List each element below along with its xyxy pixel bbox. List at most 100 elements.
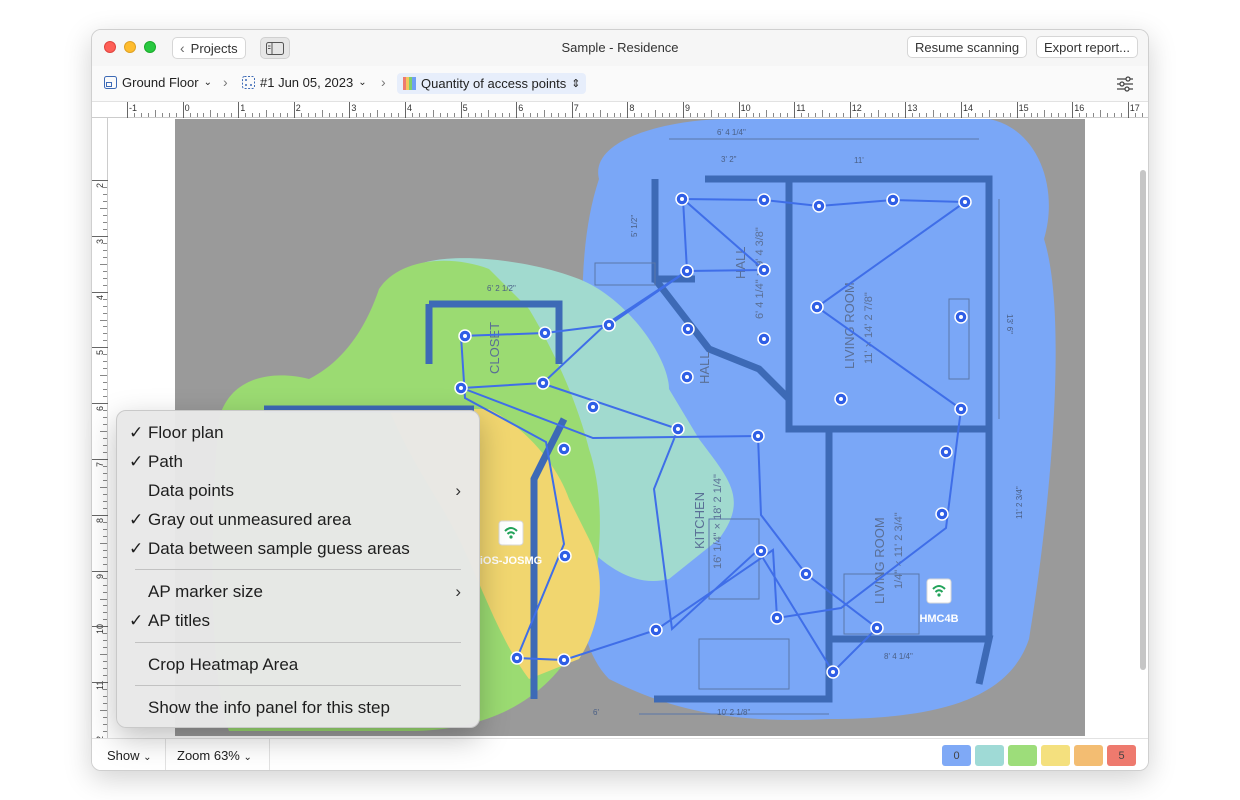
ruler-minor-tick [103, 452, 107, 454]
ruler-tick [683, 102, 684, 118]
ruler-minor-tick [981, 113, 983, 117]
ruler-minor-tick [103, 689, 107, 691]
show-label: Show [107, 748, 140, 763]
data-point-center [762, 337, 766, 341]
ruler-minor-tick [967, 113, 969, 117]
menu-item-show-the-info-panel-for-this-step[interactable]: Show the info panel for this step [117, 693, 479, 722]
room-label-hall-2: HALL [697, 351, 712, 384]
legend-swatch [1041, 745, 1070, 766]
export-report-button[interactable]: Export report... [1036, 36, 1138, 58]
room-dim-kitchen: 16' 1/4" × 18' 2 1/4" [712, 474, 724, 569]
ruler-minor-tick [676, 113, 678, 117]
ruler-minor-tick [103, 396, 107, 398]
ruler-minor-tick [363, 113, 365, 117]
ruler-minor-tick [168, 113, 170, 117]
ruler-minor-tick [103, 326, 107, 328]
ruler-minor-tick [210, 110, 212, 117]
ap-title: iOS-JOSMG [480, 555, 542, 567]
ruler-tick-label: -1 [129, 103, 138, 113]
ruler-minor-tick [103, 661, 107, 663]
ruler-tick [460, 102, 462, 118]
ruler-tick [516, 102, 518, 118]
ruler-tick [92, 570, 108, 572]
ruler-minor-tick [564, 113, 566, 117]
menu-item-label: AP titles [148, 610, 211, 630]
menu-item-gray-out-unmeasured-area[interactable]: ✓ Gray out unmeasured area [117, 505, 479, 534]
menu-item-label: AP marker size [148, 581, 263, 601]
dim-label: 5' 1/2" [630, 215, 639, 237]
data-point-center [515, 656, 519, 660]
menu-item-ap-marker-size[interactable]: AP marker size › [117, 577, 479, 606]
menu-item-path[interactable]: ✓ Path [117, 447, 479, 476]
view-settings-button[interactable] [1116, 76, 1134, 97]
legend-swatch [1008, 745, 1037, 766]
data-point-center [543, 331, 547, 335]
ruler-minor-tick [801, 113, 803, 117]
vertical-scrollbar[interactable] [1140, 170, 1146, 670]
sliders-icon [1117, 76, 1133, 92]
ruler-minor-tick [766, 110, 768, 117]
ap-title: HMC4B [919, 613, 958, 625]
floor-selector[interactable]: Ground Floor ⌄ [104, 75, 212, 90]
ruler-tick [127, 102, 128, 118]
menu-item-label: Crop Heatmap Area [148, 654, 299, 674]
ruler-tick-label: 10 [740, 103, 751, 113]
ruler-minor-tick [100, 431, 107, 433]
ruler-minor-tick [286, 113, 288, 117]
ruler-tick [1127, 102, 1129, 118]
title-bar: ‹ Projects Sample - Residence Resume sca… [92, 30, 1148, 66]
ruler-minor-tick [259, 113, 261, 117]
data-point-center [944, 450, 948, 454]
data-point-center [680, 197, 684, 201]
ruler-minor-tick [103, 228, 107, 230]
checkmark-icon: ✓ [129, 610, 144, 630]
ruler-minor-tick [100, 486, 107, 488]
ruler-minor-tick [103, 284, 107, 286]
metric-label: Quantity of access points [421, 76, 567, 91]
ruler-tick [293, 102, 295, 118]
ruler-minor-tick [103, 368, 107, 370]
data-point-center [839, 397, 843, 401]
menu-item-data-points[interactable]: Data points › [117, 476, 479, 505]
heatmap-metric-icon [403, 77, 416, 90]
data-point-center [459, 386, 463, 390]
menu-separator [135, 642, 461, 643]
show-menu-button[interactable]: Show ⌄ [107, 748, 152, 763]
ruler-minor-tick [103, 382, 107, 384]
menu-item-ap-titles[interactable]: ✓ AP titles [117, 606, 479, 635]
ruler-minor-tick [103, 465, 107, 467]
ruler-tick [627, 102, 629, 118]
ruler-tick [92, 514, 108, 516]
resume-scanning-button[interactable]: Resume scanning [907, 36, 1028, 58]
data-point-center [891, 198, 895, 202]
ruler-minor-tick [974, 113, 976, 117]
ruler-minor-tick [103, 354, 107, 356]
menu-item-data-between-sample-guess-areas[interactable]: ✓ Data between sample guess areas [117, 534, 479, 563]
menu-separator [135, 569, 461, 570]
chevron-updown-icon: ⇕ [571, 78, 581, 90]
metric-selector[interactable]: Quantity of access points ⇕ [397, 73, 587, 94]
zoom-menu-button[interactable]: Zoom 63% ⌄ [177, 748, 252, 763]
dim-label: 6' 4 1/4" [717, 128, 746, 137]
ruler-minor-tick [203, 113, 205, 117]
show-options-menu: ✓ Floor plan ✓ Path Data points › ✓ Gray out un… [116, 410, 480, 728]
ruler-minor-tick [1065, 113, 1067, 117]
floor-label: Ground Floor [122, 75, 199, 90]
ruler-minor-tick [898, 113, 900, 117]
ruler-minor-tick [103, 305, 107, 307]
menu-item-crop-heatmap-area[interactable]: Crop Heatmap Area [117, 650, 479, 679]
data-point-center [775, 616, 779, 620]
ruler-minor-tick [634, 113, 636, 117]
ruler-minor-tick [175, 113, 177, 117]
ruler-minor-tick [557, 113, 559, 117]
ruler-minor-tick [103, 577, 107, 579]
scan-selector[interactable]: #1 Jun 05, 2023 ⌄ [242, 75, 367, 90]
ruler-minor-tick [103, 724, 107, 726]
ruler-minor-tick [724, 113, 726, 117]
ruler-minor-tick [100, 375, 107, 377]
data-point-center [676, 427, 680, 431]
ruler-tick [182, 102, 184, 118]
menu-item-floor-plan[interactable]: ✓ Floor plan [117, 418, 479, 447]
ruler-minor-tick [1002, 113, 1004, 117]
data-point-center [685, 375, 689, 379]
